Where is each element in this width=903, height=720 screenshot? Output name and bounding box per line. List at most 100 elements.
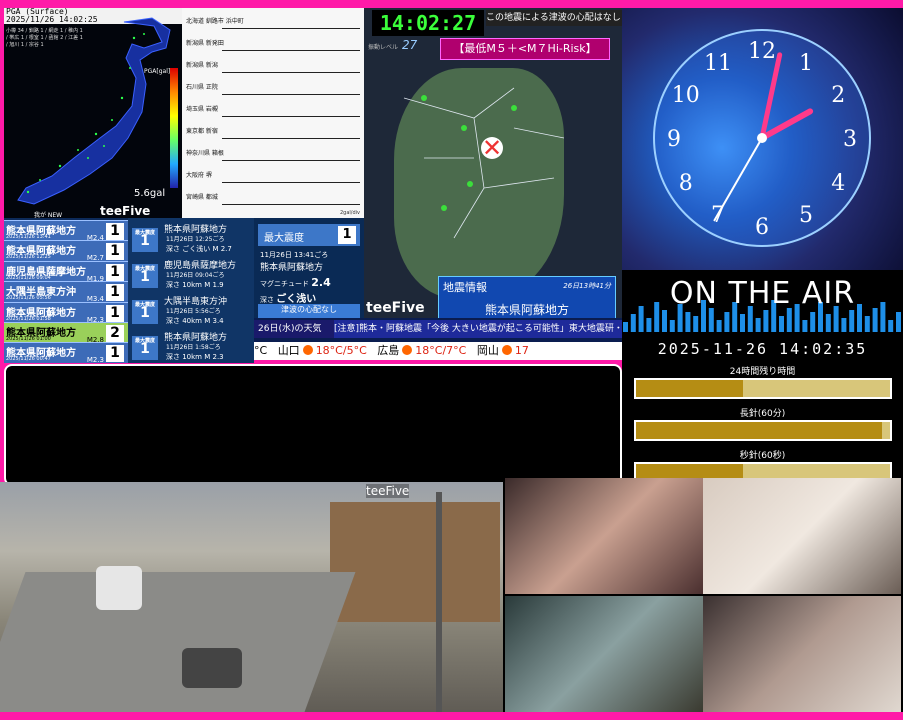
waveform-trace (222, 94, 360, 95)
waveform-label: 宮崎県 都城 (186, 194, 218, 201)
visualizer-bar (693, 316, 699, 332)
eq-intensity: 1 (106, 223, 124, 240)
city-name: 岡山 (476, 344, 499, 357)
quake-info-date: 26日13時41分 (563, 282, 611, 290)
on-air-title: ON THE AIR (669, 276, 856, 311)
earthquake-detail-list: 最大震度 1 熊本県阿蘇地方 11月26日 12:25ごろ 深さ ごく浅い M 2.7 最… (128, 218, 254, 363)
eq-magnitude: M2.3 (86, 356, 104, 363)
detail-intensity: 最大震度 1 (132, 228, 158, 252)
news-ticker: 26日(水)の天気 [注意]熊本・阿蘇地震「今後 大きい地震が起こる可能性」東大… (254, 318, 622, 360)
map-legend: 我が NEW (34, 212, 63, 218)
detail-intensity-label: 最大震度 (134, 230, 155, 236)
waveform-trace (222, 50, 360, 51)
waveform-label: 北海道 釧路市 浜中町 (186, 18, 244, 25)
detail-time: 11月26日 1:58ごろ (166, 344, 221, 351)
eq-detail-card[interactable]: 最大震度 1 熊本県阿蘇地方 11月26日 12:25ごろ 深さ ごく浅い M 2.7 (130, 220, 252, 254)
max-intensity-value: 1 (338, 226, 356, 244)
clock-number: 1 (799, 51, 813, 76)
visualizer-bar (849, 310, 855, 332)
detail-intensity-label: 最大震度 (134, 302, 155, 308)
city-temp: 17 (514, 344, 529, 357)
waveform-trace (222, 204, 360, 205)
eq-time: 2025/11/26 12:25 (6, 254, 51, 261)
photo-3 (505, 596, 703, 712)
eq-intensity: 1 (106, 304, 124, 322)
clock-number: 2 (831, 83, 845, 108)
city-temp: 18°C/5°C (315, 344, 367, 357)
detail-intensity: 最大震度 1 (132, 300, 158, 324)
waveform-trace (222, 182, 360, 183)
detail-intensity-label: 最大震度 (134, 338, 155, 344)
timer-bar (634, 462, 892, 478)
clock-number: 8 (679, 171, 693, 196)
visualizer-bar (888, 320, 894, 332)
white-car (96, 566, 142, 610)
japan-map-shape (17, 17, 171, 205)
magnitude-value: 2.4 (311, 276, 331, 289)
brand-logo: teeFive (366, 300, 425, 316)
visualizer-bar (740, 314, 745, 332)
depth-label: 深さ (260, 296, 274, 304)
waveform-trace (222, 116, 360, 117)
visualizer-bar (825, 314, 831, 332)
pga-value: 5.6gal (134, 188, 166, 199)
timer-fill (636, 464, 743, 478)
waveform-label: 大阪府 堺 (186, 172, 212, 179)
eq-detail-card[interactable]: 最大震度 1 鹿児島県薩摩地方 11月26日 09:04ごろ 深さ 10km M 1.9 (130, 256, 252, 290)
eq-detail-card[interactable]: 最大震度 1 熊本県阿蘇地方 11月26日 1:58ごろ 深さ 10km M 2.3 (130, 328, 252, 362)
visualizer-bar (724, 312, 730, 332)
risk-banner: 【最低M５＋<M７Hi-Risk】 (440, 38, 610, 60)
pga-color-scale (170, 68, 178, 188)
clock-face: 121234567891011 (653, 29, 871, 247)
max-intensity-label: 最大震度 (264, 233, 304, 244)
on-air-banner: ON THE AIR (622, 270, 903, 332)
eq-time: 2025/11/26 01:00 (6, 336, 51, 342)
clock-number: 3 (843, 127, 857, 152)
waveform-trace (222, 138, 360, 139)
kyushu-map: ✕ 14:02:27 この地震による津波の心配はなし 振動レベル 27 【最低M５… (364, 8, 622, 318)
eq-intensity: 1 (106, 284, 124, 302)
earthquake-summary: 最大震度 1 11月26日 13:41ごろ 熊本県阿蘇地方 マグニチュード 2.… (254, 218, 364, 318)
timer-bar (634, 378, 892, 399)
quake-info-title: 地震情報 (443, 281, 487, 294)
brand-logo: teeFive (100, 204, 151, 218)
shindo-label: 振動レベル (368, 44, 399, 51)
photo-2 (703, 478, 901, 594)
weather-prefix: °C (254, 344, 268, 357)
eq-detail-card[interactable]: 最大震度 1 大隅半島東方沖 11月26日 5:56ごろ 深さ 40km M 3.4 (130, 292, 252, 326)
clock-number: 5 (799, 203, 813, 228)
detail-intensity: 最大震度 1 (132, 264, 158, 288)
shindo-value: 27 (402, 38, 418, 52)
max-intensity-box: 最大震度 1 (258, 224, 360, 246)
weather-cities: °C 山口 18°C/5°C 広島 18°C/7°C 岡山 17 (254, 342, 622, 360)
visualizer-bar (669, 320, 675, 332)
detail-meta: 深さ 10km M 2.3 (166, 353, 224, 361)
detail-meta: 深さ ごく浅い M 2.7 (166, 245, 232, 253)
visualizer-bar (646, 318, 652, 332)
visualizer-bar (685, 312, 691, 332)
visualizer-bar (623, 322, 628, 332)
brand-logo: teeFive (366, 484, 410, 498)
eq-time: 2025/11/26 09:04 (6, 274, 51, 281)
pga-scale-label: PGA[gal] (144, 68, 171, 75)
current-datetime: 2025-11-26 14:02:35 (657, 340, 868, 358)
timer-fill (636, 380, 743, 397)
countdown-timers: 2025-11-26 14:02:35 24時間残り時間 長針(60分) 秒針(60… (622, 332, 903, 478)
seismic-waveforms: 北海道 釧路市 浜中町 新潟県 新発田 新潟県 新潟 石川県 正院 埼玉県 岩槻 東京都 … (182, 8, 364, 218)
quake-info-area: 熊本県阿蘇地方 (484, 303, 569, 317)
tsunami-status: 津波の心配なし (258, 304, 360, 318)
waveform-trace (222, 72, 360, 73)
timer-label: 24時間残り時間 (729, 367, 796, 377)
clock-number: 11 (704, 51, 732, 76)
clock-number: 12 (748, 39, 776, 64)
visualizer-bar (786, 308, 792, 332)
eq-intensity: 1 (106, 345, 124, 363)
eq-history-row[interactable]: 熊本県阿蘇地方 2025/11/26 00:47 M2.3 1 (4, 342, 128, 363)
visualizer-bar (864, 316, 870, 332)
visualizer-bar (763, 310, 769, 332)
waveform-trace (222, 28, 360, 29)
epicenter-icon: ✕ (482, 134, 503, 162)
clock-number: 9 (667, 127, 681, 152)
quake-info-box: 地震情報 26日13時41分 熊本県阿蘇地方 (438, 276, 616, 318)
sun-icon (501, 345, 512, 355)
